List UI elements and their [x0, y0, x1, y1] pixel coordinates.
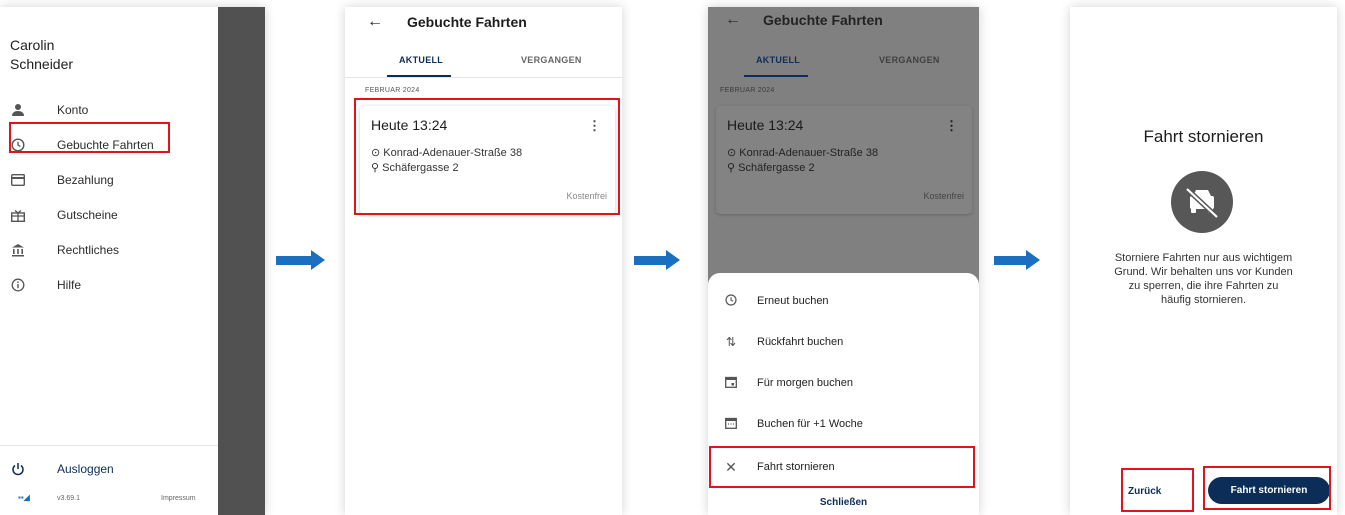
ride-price: Kostenfrei	[566, 191, 607, 201]
month-header: FEBRUAR 2024	[720, 87, 775, 94]
menu-item-bezahlung[interactable]: Bezahlung	[10, 168, 210, 192]
ride-origin-text: Konrad-Adenauer-Straße 38	[383, 147, 523, 159]
flow-arrow-icon	[634, 250, 684, 270]
menu-item-label: Gebuchte Fahrten	[57, 138, 154, 152]
user-last-name: Schneider	[10, 56, 74, 72]
pin-icon: ⚲	[727, 162, 739, 174]
page-title: Gebuchte Fahrten	[407, 14, 527, 30]
person-icon	[10, 102, 26, 118]
menu-screen: Carolin Schneider Konto Gebuchte Fahrten…	[0, 7, 265, 515]
navigation-drawer: Carolin Schneider Konto Gebuchte Fahrten…	[0, 7, 218, 515]
tab-aktuell[interactable]: AKTUELL	[399, 55, 443, 65]
tab-vergangen[interactable]: VERGANGEN	[879, 55, 940, 65]
ride-origin: ⊙ Konrad-Adenauer-Straße 38	[727, 146, 878, 159]
action-label: Für morgen buchen	[757, 377, 853, 389]
cancel-dialog-screen: Fahrt stornieren Storniere Fahrten nur a…	[1070, 7, 1337, 515]
action-label: Rückfahrt buchen	[757, 336, 844, 348]
logout-label: Ausloggen	[57, 462, 114, 476]
ride-time: Heute 13:24	[727, 117, 804, 133]
app-version: v3.69.1	[57, 495, 80, 502]
origin-icon: ⊙	[371, 147, 384, 159]
bookings-screen: ← Gebuchte Fahrten AKTUELL VERGANGEN FEB…	[345, 7, 622, 515]
page-title: Gebuchte Fahrten	[763, 12, 883, 28]
ride-time: Heute 13:24	[371, 117, 448, 133]
menu-item-label: Gutscheine	[57, 208, 118, 222]
cancelled-car-icon	[1171, 171, 1233, 233]
calendar-day-icon	[724, 376, 738, 391]
calendar-week-icon	[724, 417, 738, 432]
clock-icon	[10, 137, 26, 153]
user-name: Carolin Schneider	[10, 36, 73, 74]
divider	[0, 445, 218, 446]
action-fuer-morgen-buchen[interactable]: Für morgen buchen	[724, 372, 853, 394]
month-header: FEBRUAR 2024	[365, 87, 420, 94]
more-options-icon: ⋮	[945, 118, 958, 133]
origin-icon: ⊙	[727, 147, 740, 159]
bank-icon	[10, 242, 26, 258]
action-label: Buchen für +1 Woche	[757, 418, 863, 430]
power-icon	[10, 461, 26, 477]
flow-arrow-icon	[994, 250, 1044, 270]
more-options-icon[interactable]: ⋮	[588, 118, 601, 134]
menu-item-label: Bezahlung	[57, 173, 114, 187]
menu-item-gebuchte-fahrten[interactable]: Gebuchte Fahrten	[10, 133, 210, 157]
ride-actions-screen: ← Gebuchte Fahrten AKTUELL VERGANGEN FEB…	[708, 7, 979, 515]
menu-item-label: Hilfe	[57, 278, 82, 292]
brand-logo-icon: ▪▪◢	[18, 493, 30, 502]
menu-item-rechtliches[interactable]: Rechtliches	[10, 238, 210, 262]
action-label: Erneut buchen	[757, 295, 829, 307]
confirm-cancel-label: Fahrt stornieren	[1230, 485, 1308, 496]
ride-destination-text: Schäfergasse 2	[382, 162, 459, 174]
ride-card: Heute 13:24 ⋮ ⊙ Konrad-Adenauer-Straße 3…	[716, 106, 972, 214]
close-sheet-button[interactable]: Schließen	[708, 497, 979, 508]
ride-destination-text: Schäfergasse 2	[738, 162, 815, 174]
ride-origin: ⊙ Konrad-Adenauer-Straße 38	[371, 146, 522, 159]
active-tab-indicator	[744, 75, 808, 77]
ride-destination: ⚲ Schäfergasse 2	[727, 161, 815, 174]
user-first-name: Carolin	[10, 37, 55, 53]
map-background	[218, 7, 265, 515]
dialog-title: Fahrt stornieren	[1143, 127, 1264, 146]
menu-item-gutscheine[interactable]: Gutscheine	[10, 203, 210, 227]
gift-icon	[10, 207, 26, 223]
dialog-message: Storniere Fahrten nur aus wichtigem Grun…	[1114, 252, 1293, 306]
bottom-sheet: Erneut buchen ⇅ Rückfahrt buchen Für mor…	[708, 273, 979, 515]
clock-icon	[724, 293, 738, 309]
logout-button[interactable]: Ausloggen	[10, 457, 210, 481]
credit-card-icon	[10, 172, 26, 188]
menu-item-hilfe[interactable]: Hilfe	[10, 273, 210, 297]
ride-card[interactable]: Heute 13:24 ⋮ ⊙ Konrad-Adenauer-Straße 3…	[360, 106, 615, 214]
tab-aktuell[interactable]: AKTUELL	[756, 55, 800, 65]
info-icon	[10, 277, 26, 293]
impressum-link[interactable]: Impressum	[161, 495, 196, 502]
action-fahrt-stornieren[interactable]: ✕ Fahrt stornieren	[724, 456, 835, 478]
action-buchen-plus-woche[interactable]: Buchen für +1 Woche	[724, 413, 863, 435]
back-button[interactable]: Zurück	[1128, 486, 1161, 497]
tab-vergangen[interactable]: VERGANGEN	[521, 55, 582, 65]
close-icon: ✕	[725, 458, 737, 475]
pin-icon: ⚲	[371, 162, 383, 174]
action-label: Fahrt stornieren	[757, 461, 835, 473]
menu-item-label: Konto	[57, 103, 89, 117]
action-rueckfahrt-buchen[interactable]: ⇅ Rückfahrt buchen	[724, 331, 843, 353]
menu-item-konto[interactable]: Konto	[10, 98, 210, 122]
tab-divider	[345, 77, 622, 78]
ride-price: Kostenfrei	[923, 191, 964, 201]
menu-item-label: Rechtliches	[57, 243, 120, 257]
back-arrow-icon[interactable]: ←	[725, 11, 741, 29]
flow-arrow-icon	[276, 250, 326, 270]
swap-icon: ⇅	[725, 335, 737, 349]
confirm-cancel-button[interactable]: Fahrt stornieren	[1208, 477, 1330, 504]
ride-destination: ⚲ Schäfergasse 2	[371, 161, 459, 174]
back-arrow-icon[interactable]: ←	[367, 13, 383, 31]
ride-origin-text: Konrad-Adenauer-Straße 38	[739, 147, 879, 159]
action-erneut-buchen[interactable]: Erneut buchen	[724, 290, 829, 312]
